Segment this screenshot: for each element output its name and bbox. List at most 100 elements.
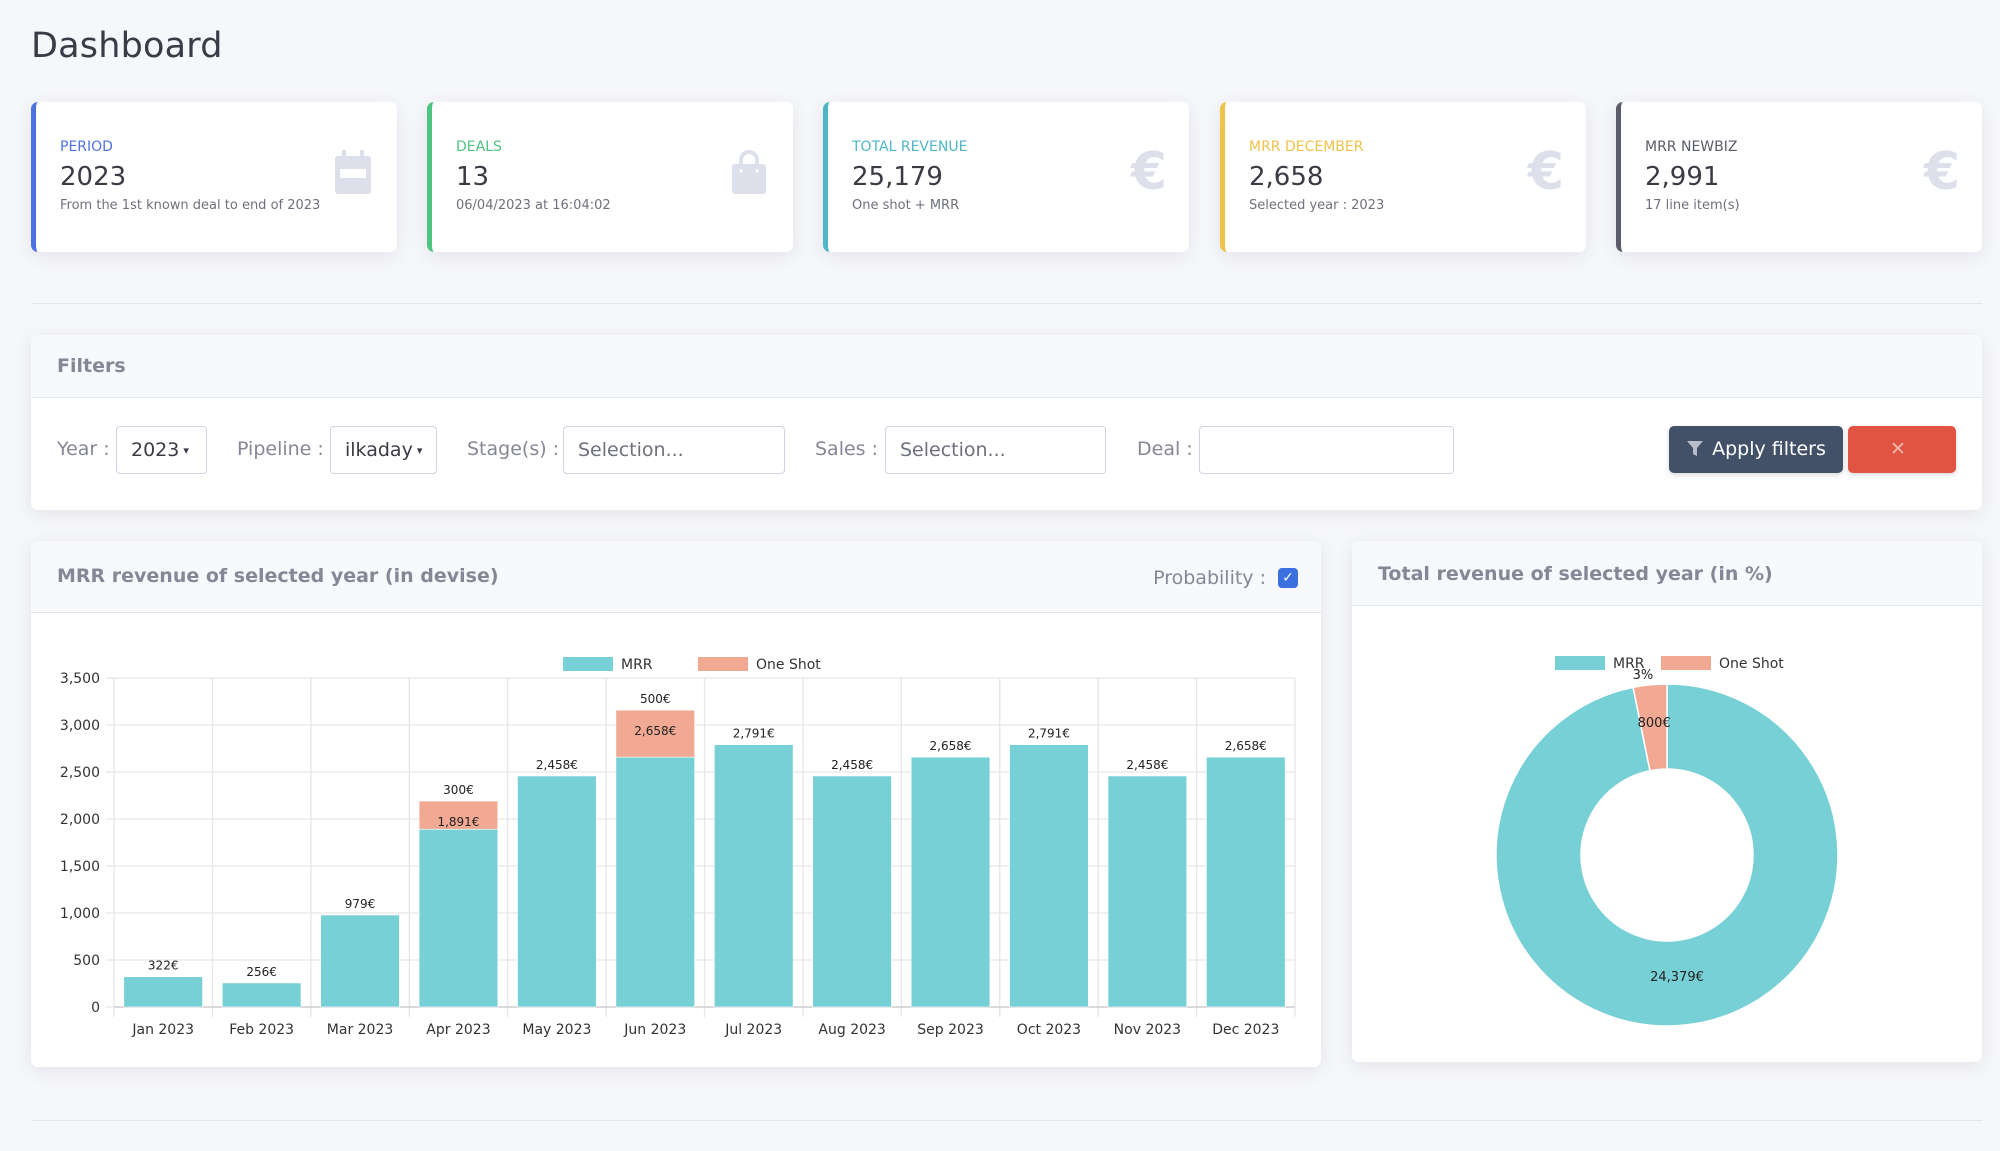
- chart-legend: MRR One Shot: [1555, 656, 1784, 672]
- pipeline-select[interactable]: ilkaday ▾: [330, 426, 437, 474]
- bar-mrr: [418, 828, 499, 1008]
- x-tick-label: Jul 2023: [724, 1022, 782, 1038]
- data-label-mrr: 2,791€: [1028, 727, 1070, 741]
- y-tick-label: 2,000: [60, 812, 100, 828]
- revenue-pie-title: Total revenue of selected year (in %): [1378, 563, 1773, 585]
- data-label-mrr: 2,658€: [1225, 739, 1267, 753]
- data-label-one-shot: 500€: [640, 692, 671, 706]
- x-tick-label: Apr 2023: [426, 1022, 490, 1038]
- x-tick-label: May 2023: [522, 1022, 591, 1038]
- pipeline-select-value: ilkaday: [345, 439, 413, 461]
- y-tick-label: 1,500: [60, 859, 100, 875]
- y-tick-label: 3,000: [60, 718, 100, 734]
- euro-icon: €: [1130, 142, 1167, 202]
- kpi-value: 2,991: [1645, 162, 1720, 192]
- mrr-bar-chart: MRR One Shot 0 500 1,000 1,500 2,000 2,500 3,000…: [60, 657, 1296, 1038]
- pipeline-label: Pipeline :: [237, 438, 324, 460]
- x-tick-label: Feb 2023: [229, 1022, 294, 1038]
- donut-value-label: 24,379€: [1650, 970, 1704, 985]
- y-tick-label: 0: [91, 1000, 100, 1016]
- kpi-card-period: Period 2023 From the 1st known deal to end…: [31, 102, 397, 252]
- page-title: Dashboard: [31, 26, 223, 66]
- bar-mrr: [1206, 756, 1286, 1008]
- kpi-subtext: 06/04/2023 at 16:04:02: [456, 198, 611, 213]
- kpi-label: MRR December: [1249, 139, 1364, 155]
- chevron-down-icon: ▾: [183, 444, 189, 457]
- kpi-value: 2,658: [1249, 162, 1324, 192]
- kpi-subtext: 17 line item(s): [1645, 198, 1740, 213]
- data-label-mrr: 2,458€: [1126, 758, 1168, 772]
- kpi-subtext: Selected year : 2023: [1249, 198, 1385, 213]
- kpi-subtext: From the 1st known deal to end of 2023: [60, 198, 321, 213]
- data-label-one-shot: 300€: [443, 783, 474, 797]
- kpi-label: Period: [60, 139, 113, 155]
- data-label-mrr: 2,458€: [831, 758, 873, 772]
- year-select[interactable]: 2023 ▾: [116, 426, 207, 474]
- kpi-label: MRR Newbiz: [1645, 139, 1738, 155]
- x-tick-label: Sep 2023: [917, 1022, 983, 1038]
- x-tick-label: Jun 2023: [623, 1022, 686, 1038]
- apply-filters-button[interactable]: Apply filters: [1669, 426, 1843, 473]
- data-label-mrr: 2,658€: [930, 739, 972, 753]
- calendar-icon: [333, 150, 373, 196]
- kpi-label: Total revenue: [852, 139, 968, 155]
- bar-mrr: [517, 775, 597, 1008]
- kpi-card-deals: Deals 13 06/04/2023 at 16:04:02: [427, 102, 793, 252]
- bar-mrr: [1107, 775, 1188, 1008]
- data-label-mrr: 979€: [345, 897, 376, 911]
- legend-label-one-shot: One Shot: [1719, 656, 1784, 672]
- bar-mrr: [910, 756, 991, 1008]
- mrr-chart-title: MRR revenue of selected year (in devise): [57, 565, 499, 587]
- legend-label-mrr: MRR: [621, 657, 653, 673]
- deal-input[interactable]: [1199, 426, 1454, 474]
- chevron-down-icon: ▾: [416, 444, 423, 457]
- y-tick-label: 1,000: [60, 906, 100, 922]
- data-label-mrr: 2,791€: [733, 727, 775, 741]
- legend-swatch-mrr: [1555, 656, 1605, 670]
- kpi-value: 2023: [60, 162, 127, 192]
- shopping-bag-icon: [729, 150, 769, 196]
- data-label-mrr: 2,658€: [634, 724, 676, 738]
- kpi-card-mrr-newbiz: MRR Newbiz 2,991 17 line item(s) €: [1616, 102, 1982, 252]
- stages-label: Stage(s) :: [467, 438, 560, 460]
- reset-button[interactable]: ✕ Reset: [1848, 426, 1956, 507]
- legend-label-one-shot: One Shot: [756, 657, 821, 673]
- bar-mrr: [615, 756, 695, 1008]
- revenue-donut-chart: MRR One Shot 24,379€ 800€ 3%: [1495, 656, 1839, 1027]
- revenue-pie-header: Total revenue of selected year (in %): [1352, 541, 1982, 606]
- y-tick-label: 500: [73, 953, 100, 969]
- kpi-card-mrr-december: MRR December 2,658 Selected year : 2023 €: [1220, 102, 1586, 252]
- sales-multiselect[interactable]: [885, 426, 1106, 474]
- deal-label: Deal :: [1137, 438, 1193, 460]
- data-label-mrr: 2,458€: [536, 758, 578, 772]
- reset-label: Reset: [1875, 485, 1929, 507]
- filter-icon: [1686, 426, 1704, 473]
- kpi-value: 13: [456, 162, 490, 192]
- sales-label: Sales :: [815, 438, 879, 460]
- bar-mrr: [320, 914, 400, 1008]
- bar-mrr: [1009, 744, 1089, 1008]
- donut-percent-label: 3%: [1633, 668, 1654, 683]
- probability-checkbox[interactable]: ✓: [1278, 568, 1298, 588]
- data-label-mrr: 256€: [246, 965, 277, 979]
- x-tick-label: Oct 2023: [1017, 1022, 1081, 1038]
- probability-label: Probability :: [1153, 567, 1266, 589]
- bar-mrr: [123, 976, 203, 1008]
- euro-icon: €: [1527, 142, 1564, 202]
- x-tick-label: Jan 2023: [131, 1022, 194, 1038]
- divider: [31, 1120, 1982, 1121]
- bar-mrr: [221, 982, 302, 1008]
- kpi-label: Deals: [456, 139, 502, 155]
- stages-multiselect[interactable]: [563, 426, 785, 474]
- close-icon: ✕: [1890, 438, 1906, 460]
- y-tick-label: 2,500: [60, 765, 100, 781]
- legend-swatch-mrr: [563, 657, 613, 671]
- x-tick-label: Nov 2023: [1114, 1022, 1181, 1038]
- data-label-mrr: 322€: [148, 959, 179, 973]
- filters-card: Filters: [31, 335, 1982, 510]
- filters-title: Filters: [57, 355, 126, 377]
- donut-value-label: 800€: [1638, 716, 1671, 731]
- revenue-pie-card: Total revenue of selected year (in %) MR…: [1352, 541, 1982, 1062]
- legend-swatch-one-shot: [1661, 656, 1711, 670]
- mrr-chart-card: MRR revenue of selected year (in devise)…: [31, 541, 1321, 1067]
